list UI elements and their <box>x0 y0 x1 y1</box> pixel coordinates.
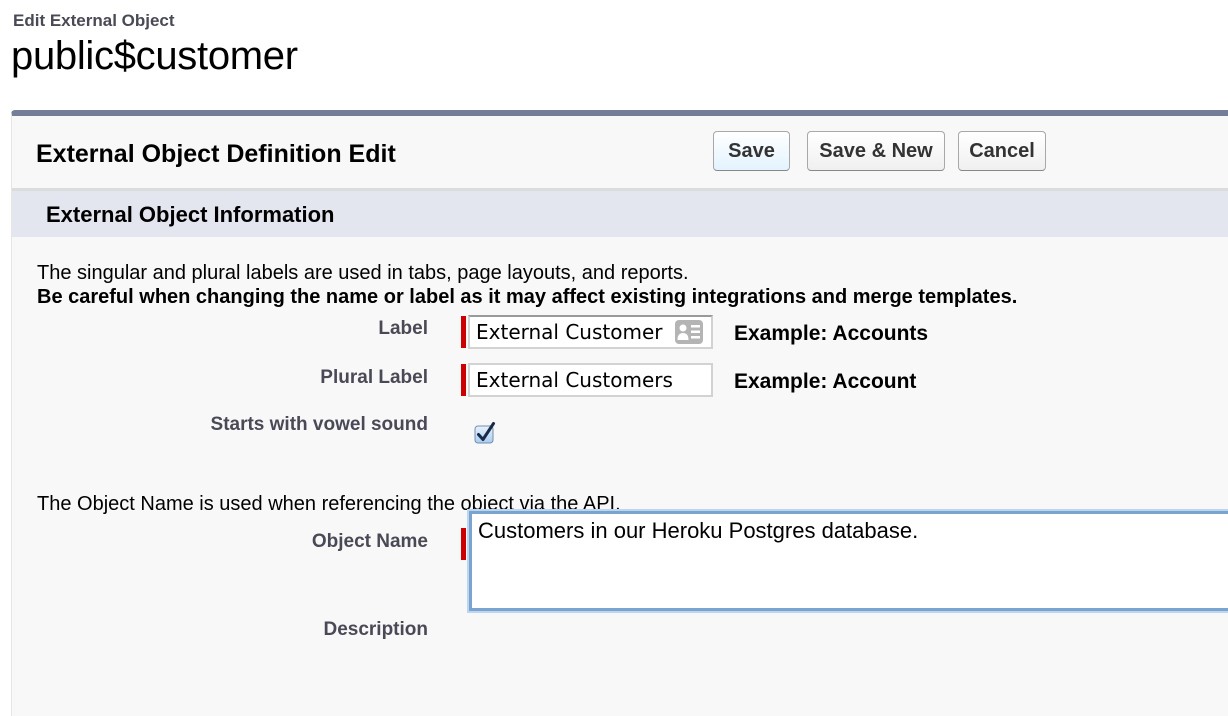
cancel-button[interactable]: Cancel <box>958 131 1046 171</box>
description-field-label: Description <box>323 619 428 640</box>
section-header: External Object Information <box>12 191 1228 237</box>
plural-label-field-label: Plural Label <box>320 367 428 388</box>
panel-header: External Object Definition Edit Save Sav… <box>12 116 1228 191</box>
edit-panel: External Object Definition Edit Save Sav… <box>11 110 1228 716</box>
panel-title: External Object Definition Edit <box>36 140 396 168</box>
label-example: Example: Accounts <box>734 322 929 345</box>
plural-label-input[interactable] <box>468 363 713 397</box>
required-indicator <box>461 316 466 348</box>
object-name-field-label: Object Name <box>311 531 428 552</box>
required-indicator <box>461 364 466 396</box>
vowel-sound-checkbox[interactable] <box>474 422 496 444</box>
save-button[interactable]: Save <box>713 131 790 171</box>
label-field-label: Label <box>378 318 428 339</box>
plural-label-example: Example: Account <box>734 370 917 393</box>
contact-card-icon[interactable] <box>675 320 703 344</box>
vowel-sound-field-label: Starts with vowel sound <box>210 414 428 435</box>
labels-intro-text: The singular and plural labels are used … <box>37 262 689 284</box>
save-and-new-button[interactable]: Save & New <box>807 131 945 171</box>
page-type-label: Edit External Object <box>13 11 175 30</box>
page-title: public$customer <box>11 34 298 78</box>
section-title: External Object Information <box>46 202 335 227</box>
required-indicator <box>461 528 466 560</box>
description-textarea[interactable]: Customers in our Heroku Postgres databas… <box>469 511 1228 611</box>
labels-warning-text: Be careful when changing the name or lab… <box>37 286 1018 308</box>
